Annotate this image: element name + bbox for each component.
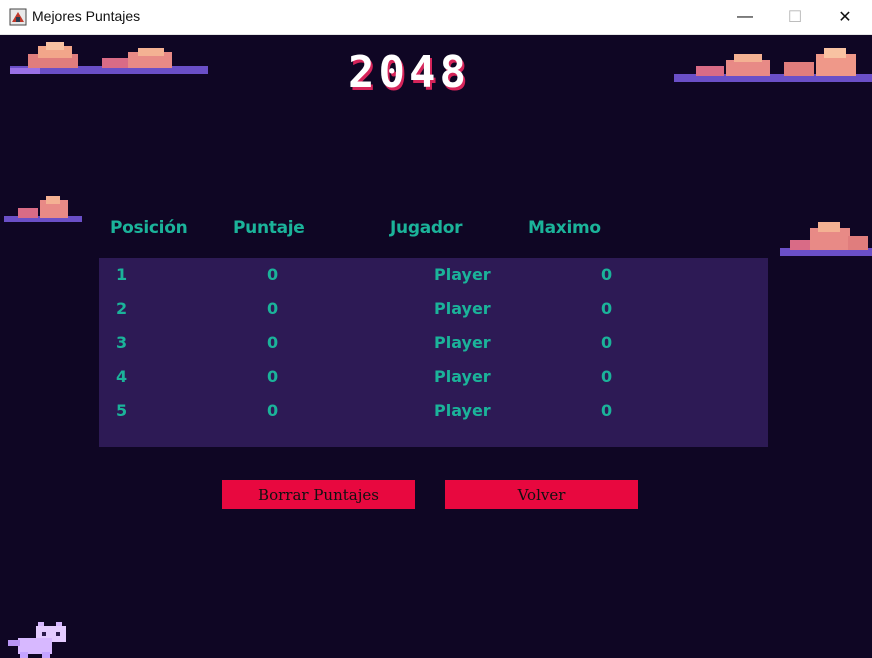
clear-scores-label: Borrar Puntajes bbox=[258, 485, 379, 504]
cell-max: 0 bbox=[601, 333, 613, 352]
cell-max: 0 bbox=[601, 265, 613, 284]
cell-position: 5 bbox=[116, 401, 128, 420]
minimize-button[interactable]: — bbox=[722, 0, 768, 34]
header-maximo: Maximo bbox=[528, 218, 601, 238]
cell-max: 0 bbox=[601, 367, 613, 386]
window-titlebar: Mejores Puntajes — ☐ ✕ bbox=[0, 0, 872, 35]
logo-text: 2048 bbox=[348, 52, 470, 98]
cell-position: 2 bbox=[116, 299, 128, 318]
cell-position: 1 bbox=[116, 265, 128, 284]
table-row: 2 0 Player 0 bbox=[99, 296, 768, 326]
cloud-icon bbox=[10, 42, 208, 74]
cell-player: Player bbox=[434, 299, 491, 318]
cell-max: 0 bbox=[601, 299, 613, 318]
cloud-icon bbox=[780, 222, 872, 256]
cell-player: Player bbox=[434, 333, 491, 352]
java-app-icon bbox=[9, 8, 27, 26]
header-puntaje: Puntaje bbox=[233, 218, 305, 238]
table-row: 4 0 Player 0 bbox=[99, 364, 768, 394]
cell-position: 3 bbox=[116, 333, 128, 352]
cell-position: 4 bbox=[116, 367, 128, 386]
maximize-button[interactable]: ☐ bbox=[772, 0, 818, 34]
close-button[interactable]: ✕ bbox=[822, 0, 868, 34]
maximize-icon: ☐ bbox=[787, 9, 803, 26]
back-label: Volver bbox=[517, 485, 566, 504]
cell-score: 0 bbox=[267, 265, 279, 284]
cell-score: 0 bbox=[267, 299, 279, 318]
header-jugador: Jugador bbox=[390, 218, 463, 238]
close-icon: ✕ bbox=[838, 9, 852, 26]
cell-score: 0 bbox=[267, 333, 279, 352]
cat-icon bbox=[8, 622, 66, 658]
back-button[interactable]: Volver bbox=[445, 480, 638, 509]
scores-table: 1 0 Player 0 2 0 Player 0 3 0 Player 0 4… bbox=[99, 258, 768, 447]
cloud-icon bbox=[674, 48, 872, 82]
cell-score: 0 bbox=[267, 367, 279, 386]
table-row: 5 0 Player 0 bbox=[99, 398, 768, 428]
cell-player: Player bbox=[434, 401, 491, 420]
table-row: 1 0 Player 0 bbox=[99, 262, 768, 292]
table-row: 3 0 Player 0 bbox=[99, 330, 768, 360]
scores-screen: 2048 2048 Posición Puntaje Jugador Maxim… bbox=[0, 34, 872, 658]
cloud-icon bbox=[4, 196, 82, 222]
cell-player: Player bbox=[434, 265, 491, 284]
minimize-icon: — bbox=[737, 8, 753, 25]
cell-score: 0 bbox=[267, 401, 279, 420]
cell-player: Player bbox=[434, 367, 491, 386]
cell-max: 0 bbox=[601, 401, 613, 420]
header-posicion: Posición bbox=[110, 218, 188, 238]
window-title: Mejores Puntajes bbox=[32, 8, 141, 24]
clear-scores-button[interactable]: Borrar Puntajes bbox=[222, 480, 415, 509]
game-logo: 2048 2048 bbox=[348, 52, 470, 98]
